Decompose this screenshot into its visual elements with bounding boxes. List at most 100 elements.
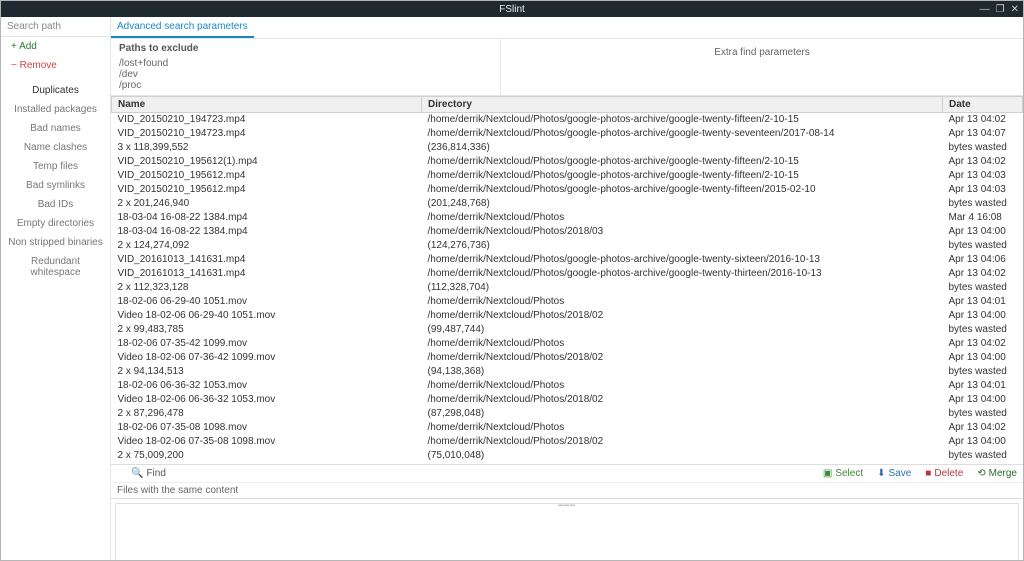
tab-advanced-params[interactable]: Advanced search parameters — [111, 17, 254, 38]
cell-name: VID_20150210_195612.mp4 — [112, 169, 422, 183]
close-icon[interactable]: ✕ — [1011, 4, 1019, 15]
merge-label: Merge — [989, 468, 1017, 479]
cell-dir: (124,276,736) — [422, 239, 943, 253]
maximize-icon[interactable]: ❐ — [996, 4, 1005, 15]
output-area[interactable]: ━━━ — [115, 503, 1019, 560]
cell-date: Apr 13 04:00 — [943, 351, 1023, 365]
table-row[interactable]: VID_20150210_194723.mp4/home/derrik/Next… — [112, 127, 1023, 141]
cell-date: Apr 13 04:02 — [943, 267, 1023, 281]
cell-dir: /home/derrik/Nextcloud/Photos — [422, 295, 943, 309]
cell-name: VID_20150210_194723.mp4 — [112, 127, 422, 141]
select-icon: ▣ — [823, 468, 832, 479]
cell-dir: /home/derrik/Nextcloud/Photos/google-pho… — [422, 253, 943, 267]
cell-dir: /home/derrik/Nextcloud/Photos/2018/02 — [422, 393, 943, 407]
save-label: Save — [889, 468, 912, 479]
cell-dir: /home/derrik/Nextcloud/Photos — [422, 337, 943, 351]
table-row[interactable]: 18-02-06 07-35-08 1098.mov/home/derrik/N… — [112, 421, 1023, 435]
merge-icon: ⟲ — [977, 468, 985, 479]
action-bar: 🔍 Find ▣ Select ⬇ Save ■ Delete ⟲ — [111, 464, 1023, 482]
cell-date: Apr 13 04:00 — [943, 393, 1023, 407]
tab-search-path[interactable]: Search path — [1, 17, 67, 36]
cell-name: 2 x 87,296,478 — [112, 407, 422, 421]
exclude-path-2[interactable]: /proc — [119, 80, 492, 91]
category-duplicates[interactable]: Duplicates — [1, 81, 110, 100]
add-button[interactable]: + Add — [1, 37, 110, 56]
table-row[interactable]: Video 18-02-06 06-29-40 1051.mov/home/de… — [112, 309, 1023, 323]
app-window: FSlint — ❐ ✕ Search path + Add − Remove … — [0, 0, 1024, 561]
table-row[interactable]: VID_20161013_141631.mp4/home/derrik/Next… — [112, 253, 1023, 267]
cell-dir: /home/derrik/Nextcloud/Photos/google-pho… — [422, 267, 943, 281]
exclude-path-1[interactable]: /dev — [119, 69, 492, 80]
table-row[interactable]: 18-02-06 07-35-42 1099.mov/home/derrik/N… — [112, 337, 1023, 351]
table-row[interactable]: 18-03-04 16-08-22 1384.mp4/home/derrik/N… — [112, 225, 1023, 239]
minimize-icon[interactable]: — — [980, 4, 990, 15]
col-header-date[interactable]: Date — [943, 97, 1023, 113]
cell-name: 2 x 201,246,940 — [112, 197, 422, 211]
table-row[interactable]: VID_20161013_141631.mp4/home/derrik/Next… — [112, 267, 1023, 281]
table-row[interactable]: 2 x 124,274,092(124,276,736)bytes wasted — [112, 239, 1023, 253]
table-row[interactable]: 18-02-06 06-29-40 1051.mov/home/derrik/N… — [112, 295, 1023, 309]
merge-button[interactable]: ⟲ Merge — [977, 468, 1017, 479]
cell-name: Video 18-02-06 06-36-32 1053.mov — [112, 393, 422, 407]
category-non-stripped[interactable]: Non stripped binaries — [1, 233, 110, 252]
category-temp-files[interactable]: Temp files — [1, 157, 110, 176]
table-row[interactable]: Video 18-02-06 06-36-32 1053.mov/home/de… — [112, 393, 1023, 407]
results-table-wrap[interactable]: Name Directory Date VID_20150210_194723.… — [111, 96, 1023, 464]
table-row[interactable]: VID_20150210_195612.mp4/home/derrik/Next… — [112, 169, 1023, 183]
cell-name: VID_20150210_195612(1).mp4 — [112, 155, 422, 169]
category-empty-directories[interactable]: Empty directories — [1, 214, 110, 233]
table-row[interactable]: Video 18-02-06 07-35-08 1098.mov/home/de… — [112, 435, 1023, 449]
table-row[interactable]: 3 x 118,399,552(236,814,336)bytes wasted — [112, 141, 1023, 155]
cell-date: bytes wasted — [943, 365, 1023, 379]
cell-dir: /home/derrik/Nextcloud/Photos/google-pho… — [422, 127, 943, 141]
category-redundant-whitespace[interactable]: Redundant whitespace — [1, 252, 110, 282]
select-label: Select — [835, 468, 863, 479]
exclude-path-0[interactable]: /lost+found — [119, 58, 492, 69]
table-row[interactable]: 2 x 87,296,478(87,298,048)bytes wasted — [112, 407, 1023, 421]
find-button[interactable]: 🔍 Find — [131, 468, 166, 479]
remove-button[interactable]: − Remove — [1, 56, 110, 75]
table-row[interactable]: 18-03-04 16-08-22 1384.mp4/home/derrik/N… — [112, 211, 1023, 225]
category-bad-symlinks[interactable]: Bad symlinks — [1, 176, 110, 195]
cell-name: 18-02-06 06-36-32 1053.mov — [112, 379, 422, 393]
table-row[interactable]: 18-02-06 06-36-32 1053.mov/home/derrik/N… — [112, 379, 1023, 393]
category-installed-packages[interactable]: Installed packages — [1, 100, 110, 119]
table-row[interactable]: 2 x 94,134,513(94,138,368)bytes wasted — [112, 365, 1023, 379]
cell-name: VID_20161013_141631.mp4 — [112, 253, 422, 267]
cell-date: bytes wasted — [943, 407, 1023, 421]
table-row[interactable]: VID_20150210_195612(1).mp4/home/derrik/N… — [112, 155, 1023, 169]
save-button[interactable]: ⬇ Save — [877, 468, 911, 479]
table-row[interactable]: Video 18-02-06 07-36-42 1099.mov/home/de… — [112, 351, 1023, 365]
category-bad-names[interactable]: Bad names — [1, 119, 110, 138]
col-header-name[interactable]: Name — [112, 97, 422, 113]
table-row[interactable]: 2 x 201,246,940(201,248,768)bytes wasted — [112, 197, 1023, 211]
table-row[interactable]: 2 x 75,009,200(75,010,048)bytes wasted — [112, 449, 1023, 463]
cell-dir: /home/derrik/Nextcloud/Photos — [422, 211, 943, 225]
results-table: Name Directory Date VID_20150210_194723.… — [111, 96, 1023, 464]
extra-find-panel: Extra find parameters — [501, 39, 1023, 95]
table-row[interactable]: 2 x 99,483,785(99,487,744)bytes wasted — [112, 323, 1023, 337]
cell-date: Apr 13 04:00 — [943, 225, 1023, 239]
select-button[interactable]: ▣ Select — [823, 468, 863, 479]
cell-name: 18-02-06 07-35-42 1099.mov — [112, 337, 422, 351]
cell-name: VID_20150210_194723.mp4 — [112, 113, 422, 128]
table-row[interactable]: 2 x 112,323,128(112,328,704)bytes wasted — [112, 281, 1023, 295]
delete-button[interactable]: ■ Delete — [925, 468, 963, 479]
cell-name: 2 x 112,323,128 — [112, 281, 422, 295]
col-header-directory[interactable]: Directory — [422, 97, 943, 113]
cell-dir: /home/derrik/Nextcloud/Photos — [422, 421, 943, 435]
cell-dir: /home/derrik/Nextcloud/Photos/2018/02 — [422, 309, 943, 323]
resize-grip-icon[interactable]: ━━━ — [552, 501, 582, 505]
right-column: Advanced search parameters Paths to excl… — [111, 17, 1023, 560]
category-name-clashes[interactable]: Name clashes — [1, 138, 110, 157]
window-controls: — ❐ ✕ — [980, 4, 1019, 15]
cell-name: VID_20161013_141631.mp4 — [112, 267, 422, 281]
table-row[interactable]: VID_20150210_194723.mp4/home/derrik/Next… — [112, 113, 1023, 128]
category-bad-ids[interactable]: Bad IDs — [1, 195, 110, 214]
cell-dir: (99,487,744) — [422, 323, 943, 337]
cell-date: bytes wasted — [943, 141, 1023, 155]
cell-name: 18-03-04 16-08-22 1384.mp4 — [112, 225, 422, 239]
cell-date: Apr 13 04:00 — [943, 309, 1023, 323]
cell-name: VID_20150210_195612.mp4 — [112, 183, 422, 197]
table-row[interactable]: VID_20150210_195612.mp4/home/derrik/Next… — [112, 183, 1023, 197]
